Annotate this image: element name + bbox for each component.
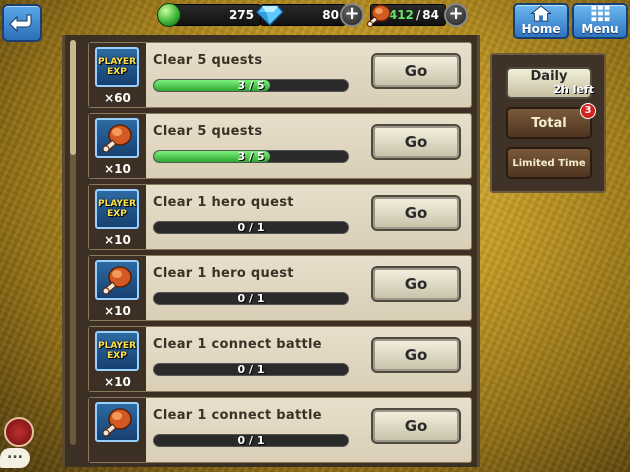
- meat-icon: [367, 4, 391, 27]
- menu-button[interactable]: Menu: [572, 3, 628, 39]
- quest-title: Clear 1 hero quest: [153, 195, 294, 210]
- quest-title: Clear 5 quests: [153, 53, 263, 68]
- quest-reward: ×10: [89, 256, 146, 320]
- go-button[interactable]: Go: [371, 195, 461, 231]
- go-button[interactable]: Go: [371, 124, 461, 160]
- quest-progress-bar: 0 / 1: [153, 221, 349, 234]
- stamina-separator: /: [415, 8, 421, 22]
- back-button[interactable]: [2, 4, 42, 42]
- gem-count: 80: [322, 8, 339, 22]
- home-icon: [530, 5, 552, 22]
- quest-row: Clear 1 connect battle 0 / 1 Go: [88, 397, 472, 463]
- filter-limited-time-button[interactable]: Limited Time: [506, 147, 592, 179]
- player-exp-line1: PLAYER: [97, 341, 137, 351]
- gem-icon: [256, 5, 284, 26]
- go-button[interactable]: Go: [371, 53, 461, 89]
- progress-text: 0 / 1: [237, 434, 265, 447]
- go-button[interactable]: Go: [371, 408, 461, 444]
- daily-time-left: 2h left: [553, 83, 594, 96]
- orb-count: 275: [228, 8, 254, 22]
- quest-progress-bar: 0 / 1: [153, 363, 349, 376]
- progress-text: 0 / 1: [237, 221, 265, 234]
- quest-row: ×10 Clear 1 hero quest 0 / 1 Go: [88, 255, 472, 321]
- reward-count: ×60: [104, 91, 131, 105]
- progress-text: 0 / 1: [237, 363, 265, 376]
- quest-row: PLAYER EXP ×60 Clear 5 quests 3 / 5 Go: [88, 42, 472, 108]
- quest-row: PLAYER EXP ×10 Clear 1 connect battle 0 / 1 G…: [88, 326, 472, 392]
- quest-filter-panel: Daily 2h left Total 3 Limited Time: [490, 53, 606, 193]
- player-exp-icon: PLAYER EXP: [95, 189, 139, 229]
- progress-text: 3 / 5: [237, 150, 265, 163]
- stamina-max: 84: [422, 8, 439, 22]
- quest-progress-bar: 3 / 5: [153, 150, 349, 163]
- stamina-reward-icon: [95, 118, 139, 158]
- player-exp-line1: PLAYER: [97, 199, 137, 209]
- player-exp-line1: PLAYER: [97, 57, 137, 67]
- quest-row: PLAYER EXP ×10 Clear 1 hero quest 0 / 1 Go: [88, 184, 472, 250]
- stamina-reward-icon: [95, 402, 139, 442]
- chat-bubble[interactable]: ...: [0, 447, 30, 468]
- progress-text: 0 / 1: [237, 292, 265, 305]
- go-button[interactable]: Go: [371, 266, 461, 302]
- stamina-reward-icon: [95, 260, 139, 300]
- quest-progress-bar: 3 / 5: [153, 79, 349, 92]
- player-exp-line2: EXP: [107, 351, 127, 361]
- player-exp-line2: EXP: [107, 209, 127, 219]
- quest-reward: PLAYER EXP ×10: [89, 185, 146, 249]
- quest-reward: ×10: [89, 114, 146, 178]
- player-exp-line2: EXP: [107, 67, 127, 77]
- quest-progress-bar: 0 / 1: [153, 292, 349, 305]
- filter-daily-button[interactable]: Daily 2h left: [506, 67, 594, 99]
- quest-reward: PLAYER EXP ×10: [89, 327, 146, 391]
- home-label: Home: [521, 22, 561, 36]
- quest-title: Clear 1 connect battle: [153, 337, 322, 352]
- stamina-current: 412: [388, 8, 414, 22]
- menu-grid-icon: [591, 5, 610, 22]
- orb-icon: [157, 3, 181, 27]
- reward-count: ×10: [104, 162, 131, 176]
- home-button[interactable]: Home: [513, 3, 569, 39]
- daily-label: Daily: [530, 69, 568, 84]
- menu-label: Menu: [581, 22, 619, 36]
- progress-text: 3 / 5: [237, 79, 265, 92]
- meat-icon: [102, 124, 132, 153]
- player-exp-icon: PLAYER EXP: [95, 331, 139, 371]
- reward-count: ×10: [104, 233, 131, 247]
- scrollbar-thumb[interactable]: [70, 40, 76, 155]
- reward-count: ×10: [104, 375, 131, 389]
- quest-title: Clear 1 hero quest: [153, 266, 294, 281]
- add-stamina-button[interactable]: +: [444, 3, 468, 27]
- total-label: Total: [531, 115, 567, 131]
- go-button[interactable]: Go: [371, 337, 461, 373]
- player-exp-icon: PLAYER EXP: [95, 47, 139, 87]
- quest-title: Clear 5 quests: [153, 124, 263, 139]
- filter-total-button[interactable]: Total 3: [506, 103, 596, 139]
- quest-row: ×10 Clear 5 quests 3 / 5 Go: [88, 113, 472, 179]
- quest-reward: PLAYER EXP ×60: [89, 43, 146, 107]
- meat-icon: [102, 408, 132, 437]
- limited-time-label: Limited Time: [512, 157, 586, 169]
- quest-reward: [89, 398, 146, 462]
- quest-title: Clear 1 connect battle: [153, 408, 322, 423]
- quest-progress-bar: 0 / 1: [153, 434, 349, 447]
- back-arrow-icon: [9, 14, 32, 33]
- chat-icon[interactable]: [4, 417, 34, 447]
- reward-count: ×10: [104, 304, 131, 318]
- total-notification-badge: 3: [580, 103, 596, 119]
- add-gems-button[interactable]: +: [340, 3, 364, 27]
- meat-icon: [102, 266, 132, 295]
